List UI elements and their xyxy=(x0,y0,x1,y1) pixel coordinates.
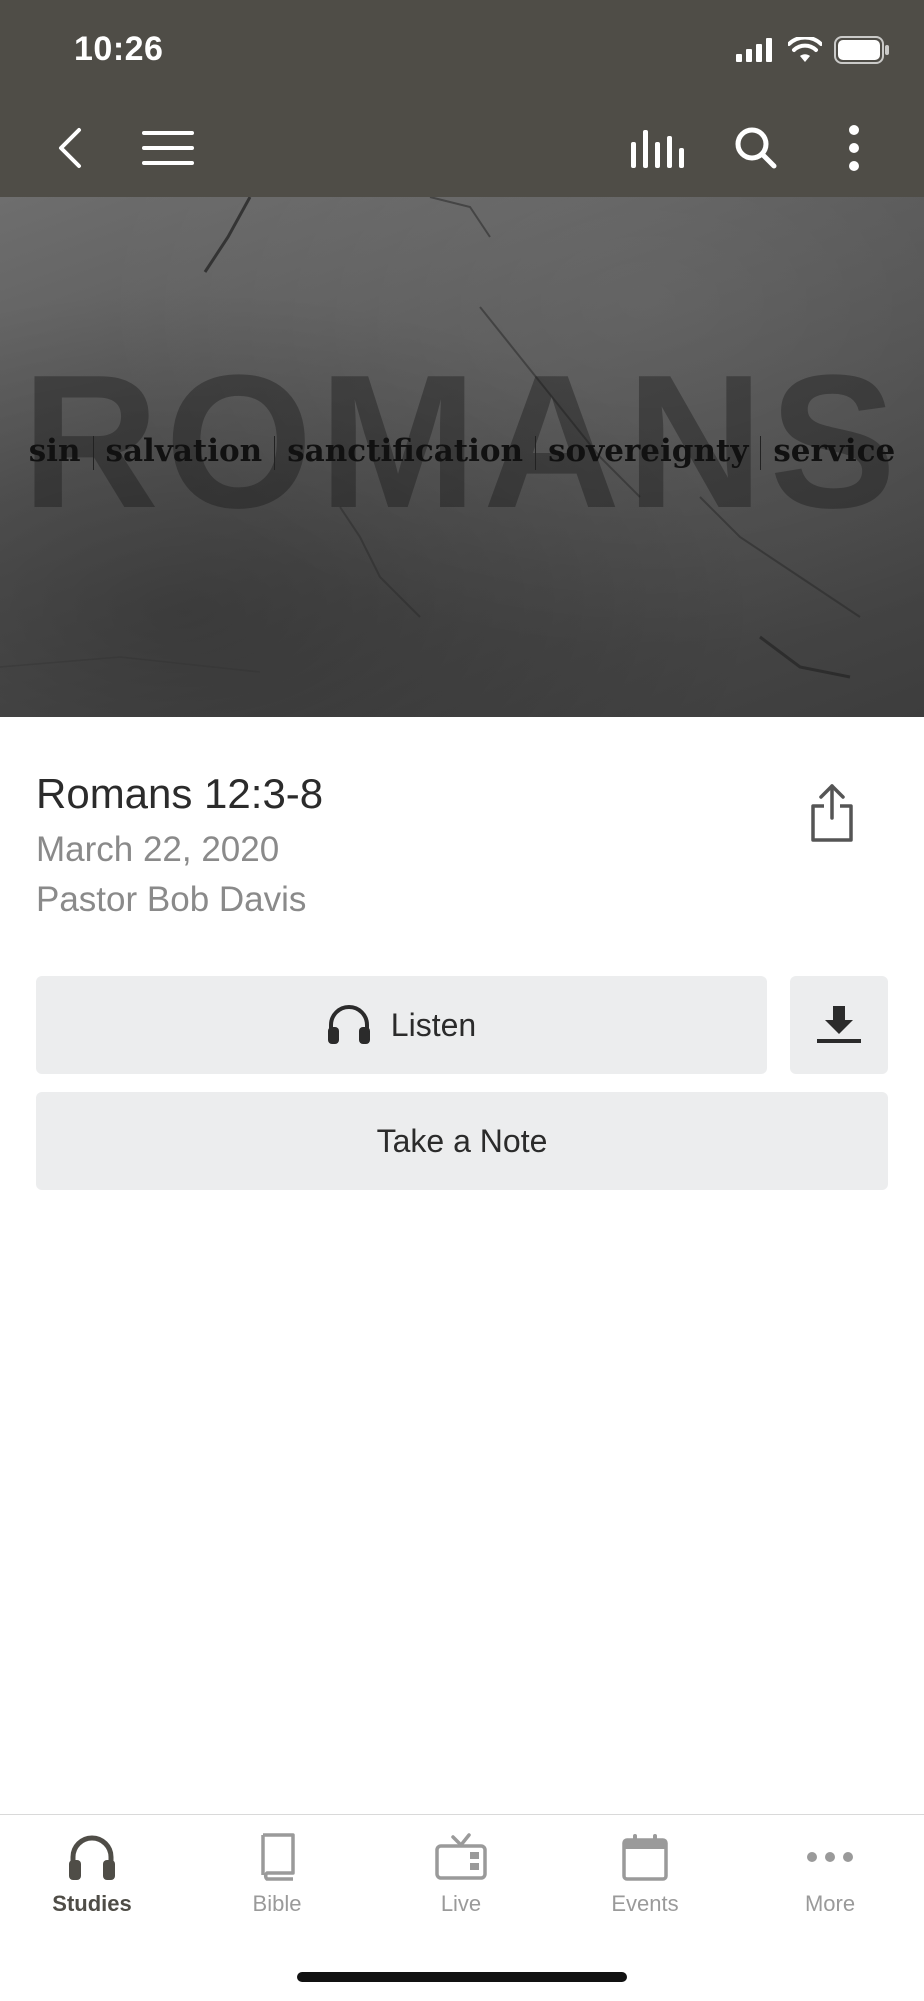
tv-icon xyxy=(435,1833,487,1880)
subtitle-word: sovereignty xyxy=(548,433,749,469)
listen-button[interactable]: Listen xyxy=(36,976,767,1074)
listen-label: Listen xyxy=(390,1006,477,1043)
sermon-title: Romans 12:3-8 xyxy=(36,770,324,817)
status-icons xyxy=(736,36,890,64)
download-button[interactable] xyxy=(790,976,888,1074)
menu-button[interactable] xyxy=(138,108,198,188)
divider xyxy=(274,435,276,470)
home-indicator xyxy=(297,1972,627,1982)
tab-label: Events xyxy=(611,1891,679,1916)
tab-label: Studies xyxy=(52,1891,132,1916)
more-options-button[interactable] xyxy=(824,108,884,188)
series-subtitle: sin salvation sanctification sovereignty ser… xyxy=(0,433,924,470)
book-icon xyxy=(261,1833,295,1881)
take-note-label: Take a Note xyxy=(376,1122,548,1159)
audio-button[interactable] xyxy=(628,108,688,188)
tab-more[interactable]: More xyxy=(738,1833,922,1953)
battery-icon xyxy=(834,36,889,64)
divider xyxy=(92,435,94,470)
back-icon xyxy=(59,128,81,168)
headphones-icon xyxy=(327,1005,370,1044)
search-icon xyxy=(735,127,777,169)
tab-label: More xyxy=(804,1891,856,1916)
status-time: 10:26 xyxy=(74,30,164,68)
signal-icon xyxy=(736,38,772,62)
headphones-icon xyxy=(69,1835,115,1880)
divider xyxy=(760,435,762,470)
share-button[interactable] xyxy=(800,778,864,848)
tab-bible[interactable]: Bible xyxy=(185,1833,369,1953)
download-icon xyxy=(817,1006,861,1043)
audio-bars-icon xyxy=(631,130,684,168)
nav-row xyxy=(0,108,924,188)
tab-label: Live xyxy=(440,1891,482,1916)
tab-studies[interactable]: Studies xyxy=(0,1833,184,1953)
more-horizontal-icon xyxy=(807,1852,853,1862)
calendar-icon xyxy=(622,1834,668,1881)
divider xyxy=(535,435,537,470)
share-icon xyxy=(811,784,853,842)
menu-icon xyxy=(142,131,194,165)
back-button[interactable] xyxy=(40,108,100,188)
take-note-button[interactable]: Take a Note xyxy=(36,1092,888,1190)
series-banner: ROMANS sin salvation sanctification soverei… xyxy=(0,197,924,717)
sermon-date: March 22, 2020 xyxy=(36,830,280,869)
top-bar: 10:26 xyxy=(0,0,924,197)
tab-events[interactable]: Events xyxy=(553,1833,737,1953)
sermon-speaker: Pastor Bob Davis xyxy=(36,880,307,919)
search-button[interactable] xyxy=(726,108,786,188)
subtitle-word: sin xyxy=(28,433,81,469)
wifi-icon xyxy=(788,37,822,62)
tab-label: Bible xyxy=(252,1891,302,1916)
subtitle-word: salvation xyxy=(105,433,263,469)
more-vertical-icon xyxy=(849,125,859,171)
subtitle-word: sanctification xyxy=(287,433,524,469)
tab-live[interactable]: Live xyxy=(369,1833,553,1953)
subtitle-word: service xyxy=(773,433,896,469)
